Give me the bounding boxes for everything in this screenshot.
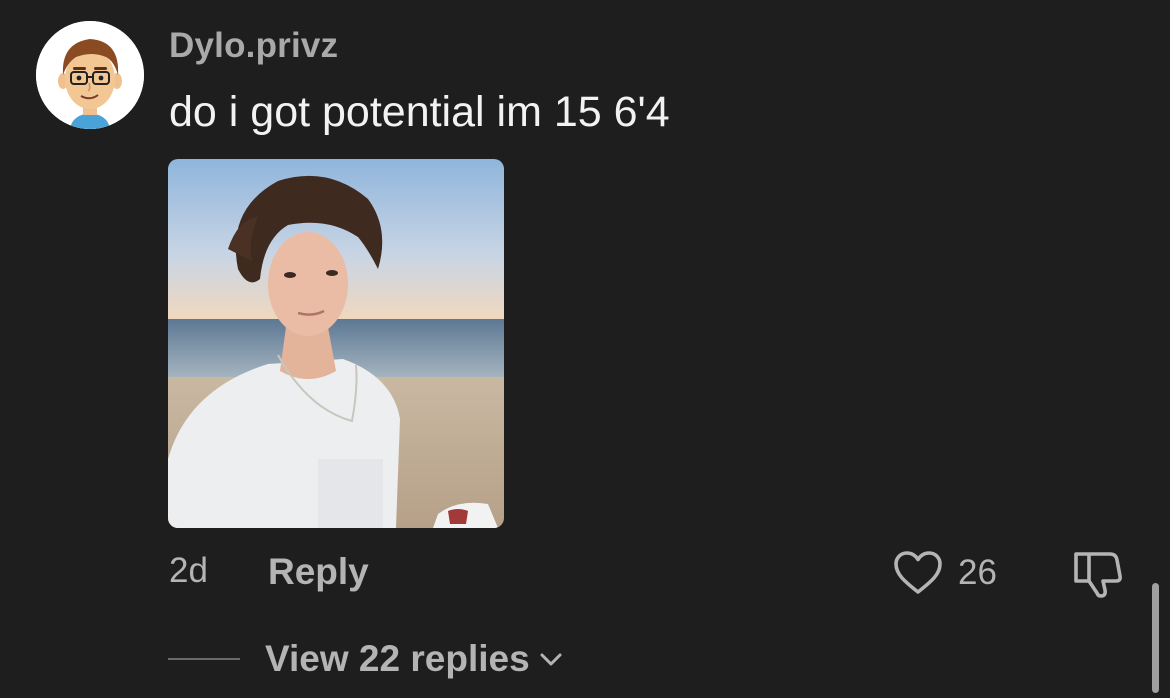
heart-outline-icon bbox=[894, 551, 942, 594]
mii-avatar-image bbox=[36, 21, 144, 129]
attached-selfie-image bbox=[168, 159, 504, 528]
like-count: 26 bbox=[958, 553, 997, 592]
comment-text: do i got potential im 15 6'4 bbox=[169, 88, 670, 136]
view-replies-button[interactable]: View 22 replies bbox=[168, 634, 564, 684]
dislike-button[interactable] bbox=[1070, 548, 1124, 598]
thumbs-down-outline-icon bbox=[1074, 552, 1122, 598]
comment-item: Dylo.privz do i got potential im 15 6'4 bbox=[0, 0, 1170, 698]
view-replies-label: View 22 replies bbox=[265, 638, 530, 679]
comment-photo[interactable] bbox=[168, 159, 504, 528]
reply-button[interactable]: Reply bbox=[268, 551, 369, 593]
comment-timestamp: 2d bbox=[169, 551, 208, 590]
scrollbar[interactable] bbox=[1152, 583, 1159, 693]
like-button[interactable]: 26 bbox=[892, 548, 997, 598]
avatar[interactable] bbox=[36, 21, 144, 129]
chevron-down-icon bbox=[540, 653, 562, 666]
replies-divider bbox=[168, 658, 240, 660]
comment-username[interactable]: Dylo.privz bbox=[169, 26, 338, 66]
comment-actions: 2d Reply 26 bbox=[0, 548, 1170, 598]
